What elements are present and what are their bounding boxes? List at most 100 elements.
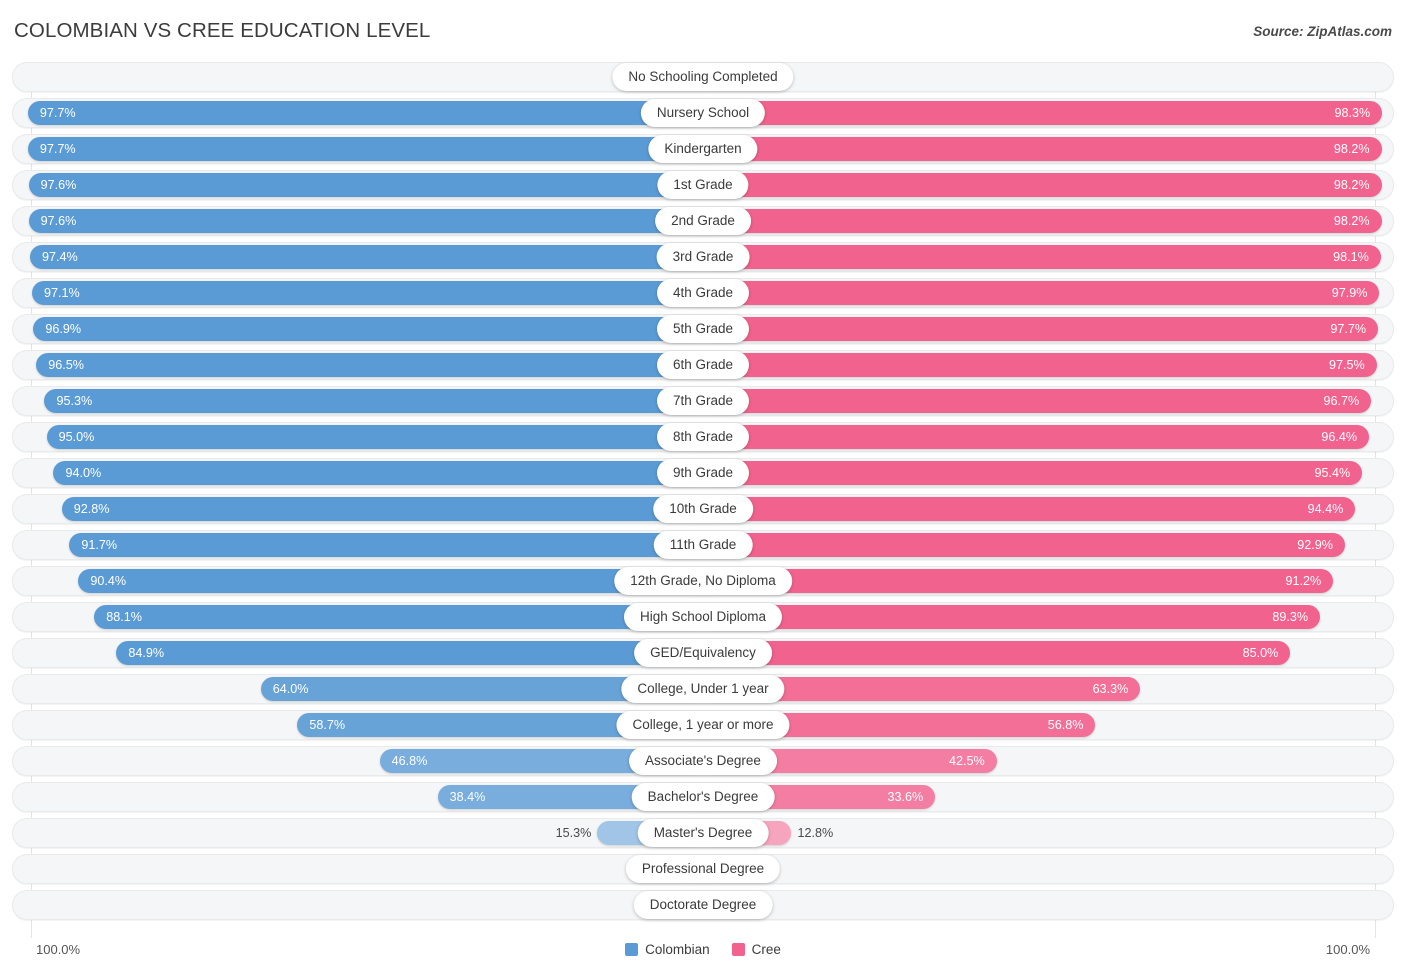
category-label[interactable]: Doctorate Degree — [633, 891, 773, 919]
category-label[interactable]: No Schooling Completed — [612, 63, 794, 91]
bar-cree[interactable]: 96.4% — [703, 425, 1370, 449]
category-label[interactable]: 4th Grade — [656, 279, 750, 307]
category-label[interactable]: Nursery School — [640, 99, 766, 127]
category-label[interactable]: 2nd Grade — [655, 207, 751, 235]
bar-row[interactable]: 96.5% 97.5% 6th Grade — [0, 350, 1406, 380]
bar-row[interactable]: 58.7% 56.8% College, 1 year or more — [0, 710, 1406, 740]
bar-cree[interactable]: 98.2% — [703, 209, 1382, 233]
bar-row[interactable]: 92.8% 94.4% 10th Grade — [0, 494, 1406, 524]
legend-swatch-cree — [731, 943, 745, 956]
category-label[interactable]: GED/Equivalency — [634, 639, 772, 667]
category-label[interactable]: 7th Grade — [656, 387, 750, 415]
category-label[interactable]: Professional Degree — [625, 855, 781, 883]
bar-value-colombian: 64.0% — [272, 682, 309, 696]
bar-half-colombian: 96.5% — [12, 353, 703, 377]
bar-half-cree: 98.2% — [703, 209, 1394, 233]
bar-row[interactable]: 88.1% 89.3% High School Diploma — [0, 602, 1406, 632]
category-label[interactable]: Kindergarten — [648, 135, 758, 163]
bar-row[interactable]: 97.1% 97.9% 4th Grade — [0, 278, 1406, 308]
bar-value-cree: 96.7% — [1323, 394, 1360, 408]
bar-colombian[interactable]: 94.0% — [53, 461, 703, 485]
bar-row[interactable]: 95.0% 96.4% 8th Grade — [0, 422, 1406, 452]
bar-cree[interactable]: 91.2% — [703, 569, 1334, 593]
bar-colombian[interactable]: 91.7% — [69, 533, 703, 557]
bar-row[interactable]: 97.7% 98.2% Kindergarten — [0, 134, 1406, 164]
category-label[interactable]: 5th Grade — [656, 315, 750, 343]
bar-row[interactable]: 4.6%3.9%Professional Degree — [0, 854, 1406, 884]
category-label[interactable]: 3rd Grade — [656, 243, 750, 271]
category-label[interactable]: Associate's Degree — [629, 747, 777, 775]
bar-colombian[interactable]: 88.1% — [94, 605, 703, 629]
bar-half-cree: 12.8% — [703, 821, 1394, 845]
bar-colombian[interactable]: 97.1% — [32, 281, 703, 305]
bar-cree[interactable]: 94.4% — [703, 497, 1356, 521]
bar-half-colombian: 95.0% — [12, 425, 703, 449]
bar-colombian[interactable]: 97.6% — [28, 209, 703, 233]
legend-label-colombian: Colombian — [645, 942, 710, 957]
category-label[interactable]: 9th Grade — [656, 459, 750, 487]
bar-cree[interactable]: 92.9% — [703, 533, 1345, 557]
bar-row[interactable]: 15.3% 12.8% Master's Degree — [0, 818, 1406, 848]
bar-row[interactable]: 97.6% 98.2% 2nd Grade — [0, 206, 1406, 236]
category-label[interactable]: Bachelor's Degree — [631, 783, 775, 811]
bar-colombian[interactable]: 90.4% — [78, 569, 703, 593]
bar-cree[interactable]: 98.2% — [703, 173, 1382, 197]
category-label[interactable]: 10th Grade — [653, 495, 753, 523]
bar-row[interactable]: 94.0% 95.4% 9th Grade — [0, 458, 1406, 488]
bar-half-colombian: 1.7% — [12, 893, 703, 917]
category-label[interactable]: Master's Degree — [637, 819, 769, 847]
bar-row[interactable]: 1.7%1.6%Doctorate Degree — [0, 890, 1406, 920]
bar-row[interactable]: 46.8% 42.5% Associate's Degree — [0, 746, 1406, 776]
category-label[interactable]: High School Diploma — [623, 603, 783, 631]
bar-cree[interactable]: 98.1% — [703, 245, 1381, 269]
category-label[interactable]: 11th Grade — [653, 531, 753, 559]
bar-row[interactable]: 90.4% 91.2% 12th Grade, No Diploma — [0, 566, 1406, 596]
legend-item-cree[interactable]: Cree — [731, 942, 781, 957]
bar-row[interactable]: 97.4% 98.1% 3rd Grade — [0, 242, 1406, 272]
bar-row[interactable]: 97.7% 98.3% Nursery School — [0, 98, 1406, 128]
bar-cree[interactable]: 98.2% — [703, 137, 1382, 161]
bar-value-colombian: 46.8% — [391, 754, 428, 768]
category-label[interactable]: 1st Grade — [657, 171, 749, 199]
bar-row[interactable]: 97.6% 98.2% 1st Grade — [0, 170, 1406, 200]
bar-half-cree: 42.5% — [703, 749, 1394, 773]
bar-row[interactable]: 84.9% 85.0% GED/Equivalency — [0, 638, 1406, 668]
bar-value-colombian: 15.3% — [555, 826, 592, 840]
bar-row[interactable]: 95.3% 96.7% 7th Grade — [0, 386, 1406, 416]
bar-colombian[interactable]: 96.5% — [36, 353, 703, 377]
bar-colombian[interactable]: 97.4% — [29, 245, 703, 269]
bar-colombian[interactable]: 95.3% — [44, 389, 703, 413]
bar-colombian[interactable]: 92.8% — [61, 497, 703, 521]
bar-row[interactable]: 91.7% 92.9% 11th Grade — [0, 530, 1406, 560]
legend-item-colombian[interactable]: Colombian — [625, 942, 710, 957]
category-label[interactable]: 12th Grade, No Diploma — [614, 567, 792, 595]
bar-cree[interactable]: 97.9% — [703, 281, 1380, 305]
category-label[interactable]: College, 1 year or more — [616, 711, 790, 739]
bar-cree[interactable]: 97.7% — [703, 317, 1379, 341]
bar-half-colombian: 97.1% — [12, 281, 703, 305]
bar-colombian[interactable]: 84.9% — [116, 641, 703, 665]
category-label[interactable]: 6th Grade — [656, 351, 750, 379]
bar-row[interactable]: 38.4% 33.6% Bachelor's Degree — [0, 782, 1406, 812]
bar-colombian[interactable]: 97.7% — [27, 101, 703, 125]
bar-cree[interactable]: 97.5% — [703, 353, 1377, 377]
bar-colombian[interactable]: 97.7% — [27, 137, 703, 161]
bar-cree[interactable]: 89.3% — [703, 605, 1321, 629]
legend-swatch-colombian — [625, 943, 639, 956]
bar-colombian[interactable]: 95.0% — [46, 425, 703, 449]
bar-value-cree: 98.2% — [1333, 214, 1370, 228]
bar-row[interactable]: 2.3%1.9%No Schooling Completed — [0, 62, 1406, 92]
category-label[interactable]: 8th Grade — [656, 423, 750, 451]
bar-value-colombian: 84.9% — [128, 646, 165, 660]
bar-row[interactable]: 64.0% 63.3% College, Under 1 year — [0, 674, 1406, 704]
bar-row[interactable]: 96.9% 97.7% 5th Grade — [0, 314, 1406, 344]
bar-cree[interactable]: 98.3% — [703, 101, 1383, 125]
bar-value-colombian: 97.6% — [40, 178, 77, 192]
bar-colombian[interactable]: 96.9% — [33, 317, 703, 341]
bar-value-cree: 94.4% — [1307, 502, 1344, 516]
bar-cree[interactable]: 85.0% — [703, 641, 1291, 665]
bar-colombian[interactable]: 97.6% — [28, 173, 703, 197]
bar-cree[interactable]: 95.4% — [703, 461, 1363, 485]
category-label[interactable]: College, Under 1 year — [621, 675, 785, 703]
bar-cree[interactable]: 96.7% — [703, 389, 1372, 413]
